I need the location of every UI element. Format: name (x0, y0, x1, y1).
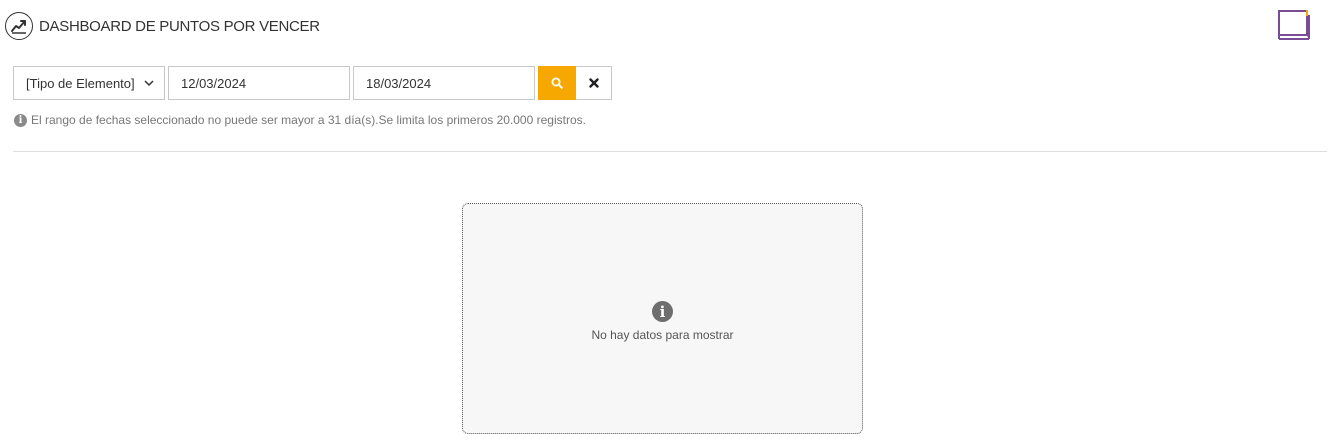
page-title: DASHBOARD DE PUNTOS POR VENCER (39, 17, 320, 35)
date-from-value: 12/03/2024 (181, 75, 247, 91)
date-to-value: 18/03/2024 (366, 75, 432, 91)
filter-bar: [Tipo de Elemento] 12/03/2024 18/03/2024 (13, 66, 612, 100)
info-icon: i (14, 113, 27, 127)
hint-text: El rango de fechas seleccionado no puede… (31, 113, 586, 127)
empty-state: i No hay datos para mostrar (462, 203, 863, 434)
search-icon (551, 77, 563, 89)
date-range-hint: i El rango de fechas seleccionado no pue… (14, 113, 586, 127)
book-icon[interactable] (1276, 9, 1312, 46)
clear-button[interactable] (576, 66, 612, 100)
element-type-value: [Tipo de Elemento] (26, 75, 135, 91)
empty-message: No hay datos para mostrar (591, 328, 734, 342)
info-icon: i (652, 301, 673, 322)
element-type-select[interactable]: [Tipo de Elemento] (13, 66, 165, 100)
chevron-down-icon (144, 79, 154, 86)
page-header: DASHBOARD DE PUNTOS POR VENCER (5, 10, 320, 42)
date-from-input[interactable]: 12/03/2024 (168, 66, 350, 100)
divider (13, 151, 1327, 152)
trending-chart-icon (5, 12, 33, 40)
close-icon (588, 78, 599, 88)
search-button[interactable] (538, 66, 576, 100)
date-to-input[interactable]: 18/03/2024 (353, 66, 535, 100)
